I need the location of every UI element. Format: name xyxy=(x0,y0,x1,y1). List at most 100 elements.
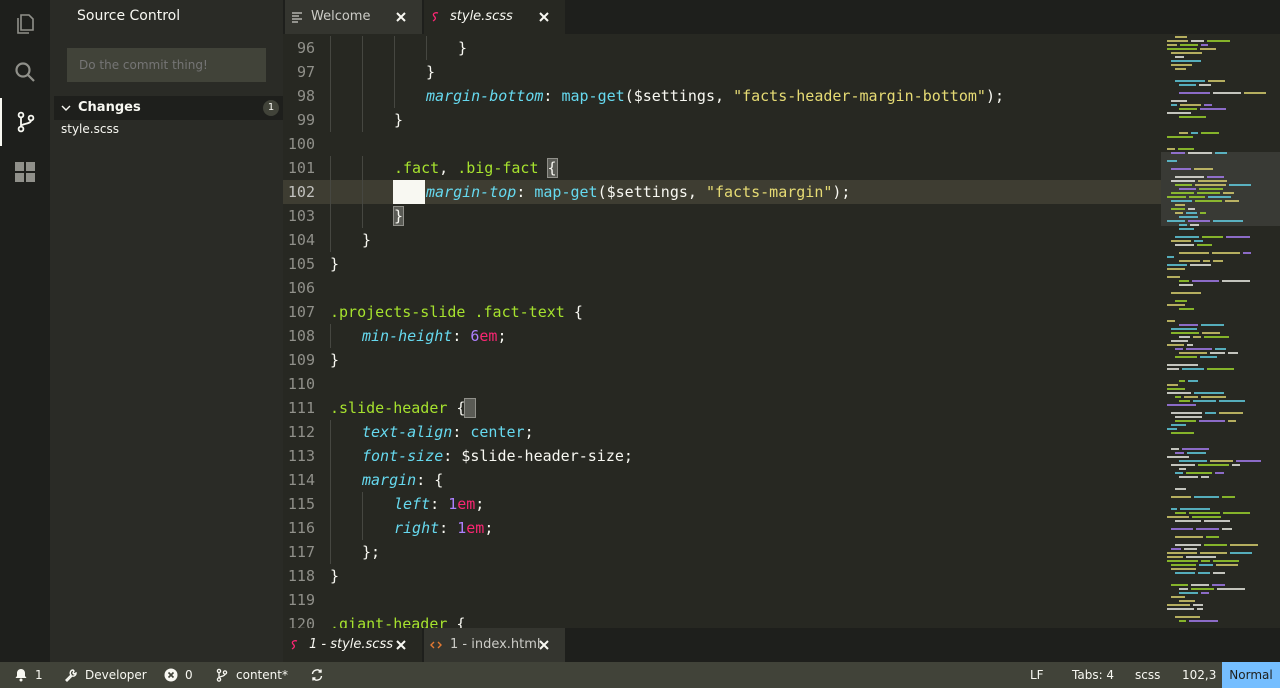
code-line[interactable]: 105} xyxy=(283,252,1161,276)
minimap-line xyxy=(1180,104,1201,106)
indentation-status[interactable]: Tabs: 4 xyxy=(1072,662,1114,688)
code-line[interactable]: 109} xyxy=(283,348,1161,372)
changes-section-header[interactable]: Changes 1 xyxy=(54,96,283,120)
minimap-line xyxy=(1167,384,1178,386)
minimap-line xyxy=(1179,380,1185,382)
code-token: : { xyxy=(416,471,444,489)
code-line[interactable]: 99} xyxy=(283,108,1161,132)
tab-bottom-style-scss[interactable]: 1 - style.scss xyxy=(283,628,422,662)
close-icon[interactable] xyxy=(394,10,408,24)
code-line[interactable]: 103} xyxy=(283,204,1161,228)
sync-button[interactable] xyxy=(310,662,331,688)
minimap-line xyxy=(1175,300,1187,302)
code-line[interactable]: 96} xyxy=(283,36,1161,60)
changed-file-item[interactable]: style.scss xyxy=(61,122,119,136)
code-content: text-align: center; xyxy=(362,420,534,444)
notifications-status[interactable]: 1 xyxy=(14,662,43,688)
code-line[interactable]: 116 right: 1em; xyxy=(283,516,1161,540)
code-line[interactable]: 106 xyxy=(283,276,1161,300)
code-token: min-height xyxy=(362,327,453,345)
code-line[interactable]: 111 .slide-header { xyxy=(283,396,1161,420)
indent-guide xyxy=(362,84,363,108)
extensions-button[interactable] xyxy=(0,148,50,196)
close-icon[interactable] xyxy=(537,638,551,652)
tab-style-scss[interactable]: style.scss xyxy=(424,0,565,34)
minimap-line xyxy=(1175,472,1183,474)
minimap-line xyxy=(1207,176,1224,178)
minimap-line xyxy=(1171,152,1185,154)
minimap-line xyxy=(1171,104,1177,106)
line-number: 113 xyxy=(287,447,315,465)
code-line[interactable]: 119 xyxy=(283,588,1161,612)
minimap-line xyxy=(1179,84,1196,86)
code-line[interactable]: 117}; xyxy=(283,540,1161,564)
line-number: 104 xyxy=(287,231,315,249)
code-token: } xyxy=(330,567,340,585)
minimap-line xyxy=(1188,220,1210,222)
code-line[interactable]: 108 min-height: 6em; xyxy=(283,324,1161,348)
search-button[interactable] xyxy=(0,48,50,96)
language-status[interactable]: scss xyxy=(1135,662,1160,688)
minimap-line xyxy=(1186,212,1197,214)
tab-bottom-index-html[interactable]: 1 - index.html xyxy=(424,628,565,662)
minimap-line xyxy=(1219,412,1243,414)
tab-label: 1 - index.html xyxy=(450,637,541,652)
tab-welcome[interactable]: Welcome xyxy=(285,0,422,34)
explorer-button[interactable] xyxy=(0,0,50,48)
minimap-line xyxy=(1171,584,1188,586)
minimap-line xyxy=(1179,588,1188,590)
extensions-icon xyxy=(15,162,35,182)
code-line[interactable]: 100 xyxy=(283,132,1161,156)
minimap-line xyxy=(1171,168,1191,170)
code-line[interactable]: 101 .fact, .big-fact { xyxy=(283,156,1161,180)
code-line[interactable]: 98 margin-bottom: map-get($settings, "fac… xyxy=(283,84,1161,108)
minimap-line xyxy=(1199,564,1213,566)
minimap-line xyxy=(1171,240,1191,242)
minimap-line xyxy=(1215,472,1224,474)
minimap-line xyxy=(1179,476,1198,478)
code-token: ; xyxy=(524,423,534,441)
minimap-line xyxy=(1167,552,1197,554)
code-line[interactable]: 107 .projects-slide .fact-text { xyxy=(283,300,1161,324)
minimap-line xyxy=(1208,80,1225,82)
minimap-line xyxy=(1213,92,1241,94)
scss-file-icon xyxy=(432,12,439,22)
code-line[interactable]: 113 font-size: $slide-header-size; xyxy=(283,444,1161,468)
code-token: left xyxy=(394,495,431,513)
code-line[interactable]: 110 xyxy=(283,372,1161,396)
eol-status[interactable]: LF xyxy=(1030,662,1044,688)
files-icon xyxy=(17,14,34,34)
code-token: } xyxy=(330,351,340,369)
code-line[interactable]: 118} xyxy=(283,564,1161,588)
line-number: 115 xyxy=(287,495,315,513)
minimap[interactable] xyxy=(1161,34,1280,628)
minimap-line xyxy=(1189,512,1220,514)
close-icon[interactable] xyxy=(394,638,408,652)
code-content: } xyxy=(426,60,435,84)
code-line[interactable]: 115 left: 1em; xyxy=(283,492,1161,516)
code-editor[interactable]: 96} 97} 98 margin-bottom: map-get($settings… xyxy=(283,34,1161,628)
code-line[interactable]: 114 margin: { xyxy=(283,468,1161,492)
code-line[interactable]: 97} xyxy=(283,60,1161,84)
close-icon[interactable] xyxy=(537,10,551,24)
problems-status[interactable]: 0 xyxy=(164,662,193,688)
cursor-position-status[interactable]: 102,3 xyxy=(1182,662,1216,688)
indent-guide xyxy=(330,108,331,132)
source-control-button[interactable] xyxy=(0,98,50,146)
branch-status[interactable]: content* xyxy=(215,662,288,688)
commit-message-input[interactable] xyxy=(67,48,266,82)
code-line[interactable]: 112 text-align: center; xyxy=(283,420,1161,444)
code-line[interactable]: 120 .giant-header { xyxy=(283,612,1161,628)
line-number: 100 xyxy=(287,135,315,153)
line-number: 112 xyxy=(287,423,315,441)
code-content: margin: { xyxy=(362,468,443,492)
minimap-line xyxy=(1182,448,1209,450)
code-token: : xyxy=(430,495,449,513)
profile-status[interactable]: Developer xyxy=(64,662,147,688)
code-line[interactable]: 104} xyxy=(283,228,1161,252)
code-line[interactable]: 102 margin-top: map-get($settings, "facts… xyxy=(283,180,1161,204)
git-branch-icon xyxy=(216,668,228,682)
minimap-line xyxy=(1167,516,1189,518)
minimap-line xyxy=(1179,188,1196,190)
